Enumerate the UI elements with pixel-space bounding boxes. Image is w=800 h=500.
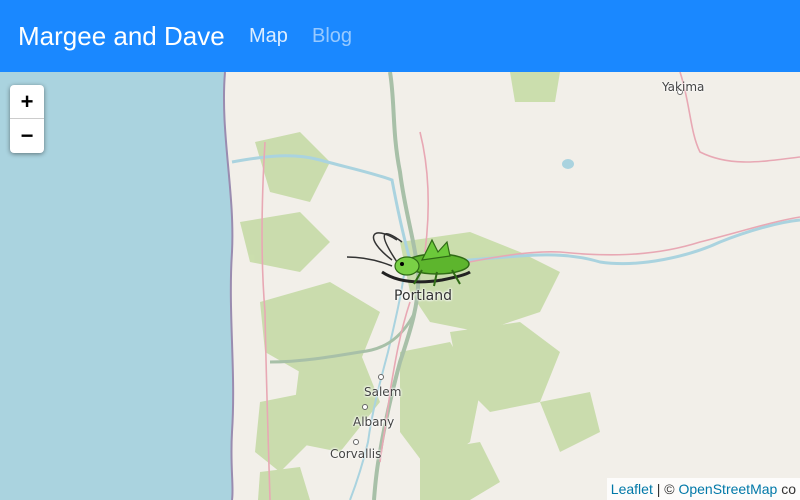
leaflet-link[interactable]: Leaflet [611, 481, 653, 497]
zoom-in-button[interactable]: + [10, 85, 44, 119]
site-brand[interactable]: Margee and Dave [18, 18, 225, 54]
nav-link-blog[interactable]: Blog [312, 22, 352, 50]
place-label-albany: Albany [353, 415, 395, 429]
map-view[interactable]: Yakima Portland Salem Albany Corvallis +… [0, 72, 800, 500]
navbar: Margee and Dave Map Blog [0, 0, 800, 72]
attribution-separator: | © [652, 481, 679, 497]
nav-link-map[interactable]: Map [249, 22, 288, 50]
attribution-suffix: co [777, 481, 796, 497]
place-label-yakima: Yakima [662, 80, 705, 94]
lake [562, 159, 574, 169]
place-label-salem: Salem [364, 385, 402, 399]
zoom-control: + − [10, 85, 44, 153]
attribution: Leaflet | © OpenStreetMap co [606, 478, 800, 500]
openstreetmap-link[interactable]: OpenStreetMap [678, 481, 777, 497]
place-label-corvallis: Corvallis [330, 447, 382, 461]
grasshopper-icon[interactable] [342, 222, 477, 292]
zoom-out-button[interactable]: − [10, 119, 44, 153]
